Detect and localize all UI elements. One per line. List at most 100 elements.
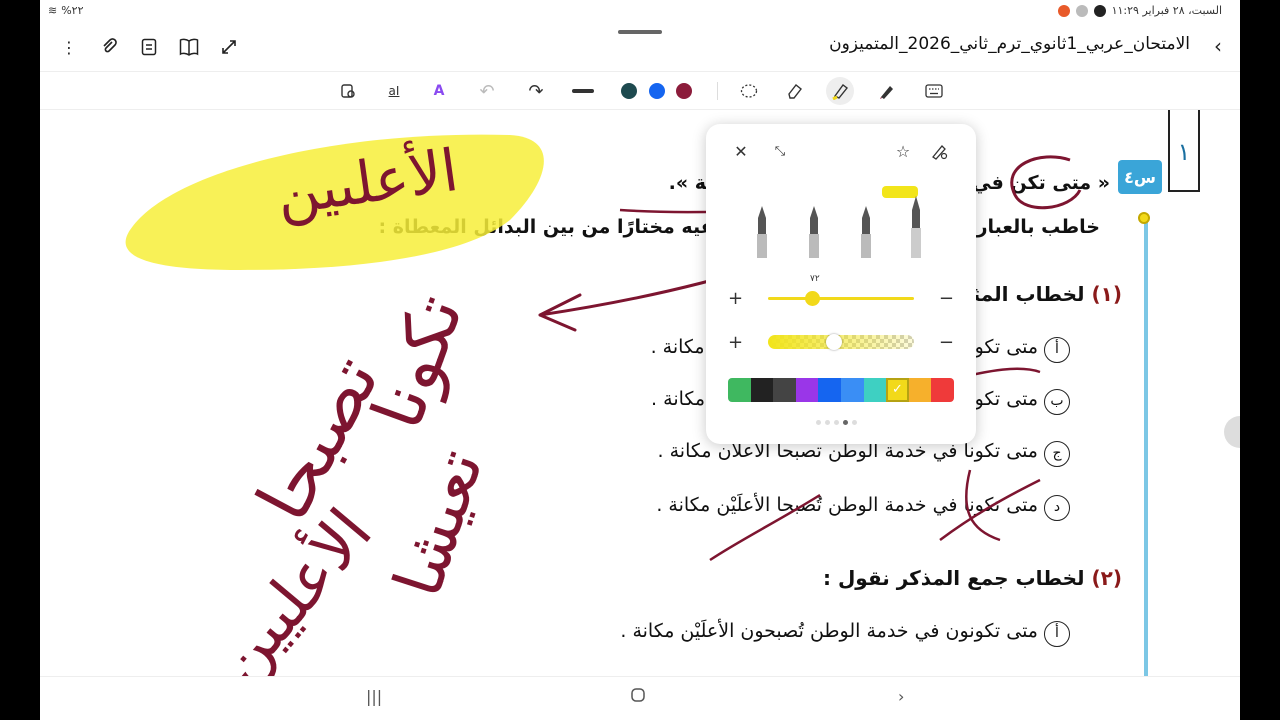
color-swatch[interactable]: ✓ (886, 378, 909, 402)
opacity-plus-icon[interactable]: + (728, 332, 743, 353)
attach-icon[interactable] (98, 36, 120, 58)
size-slider[interactable]: + ٧٢ − (728, 274, 954, 309)
drawing-toolbar: aI A ↶ ↷ (40, 72, 1240, 110)
option-letter: أ (1044, 621, 1070, 647)
page-dot[interactable] (852, 420, 857, 425)
book-icon[interactable] (178, 36, 200, 58)
margin-line (1144, 220, 1148, 676)
question-badge: س٤ (1118, 160, 1162, 194)
text-box-icon[interactable]: aI (383, 80, 405, 102)
pen-icon[interactable] (876, 80, 898, 102)
size-slider-track[interactable] (768, 297, 914, 300)
margin-marker (1138, 212, 1150, 224)
header-actions: ⋮ (58, 36, 240, 58)
selection-icon[interactable] (738, 80, 760, 102)
document-page[interactable]: ١ س٤ « متى تكن في خدمة الوطن تصبح على مك… (40, 110, 1240, 676)
status-bar: ≋ %٢٢ السبت، ٢٨ فبراير ١١:٢٩ (40, 0, 1240, 22)
status-left: ≋ %٢٢ (48, 4, 84, 17)
page-dot[interactable] (825, 420, 830, 425)
notification-icon (1057, 4, 1070, 17)
handwriting-4: الأعليين (199, 494, 387, 676)
redo-icon[interactable]: ↷ (525, 80, 547, 102)
navigation-bar: ||| › (40, 676, 1240, 720)
recent-apps-icon[interactable]: ||| (366, 687, 382, 706)
expand-icon[interactable] (218, 36, 240, 58)
pen-type-highlighter[interactable] (906, 194, 926, 260)
color-swatch[interactable] (840, 378, 864, 402)
app-icon (1075, 4, 1088, 17)
star-icon[interactable]: ☆ (892, 140, 914, 162)
page-dot[interactable] (816, 420, 821, 425)
option-letter: ج (1044, 441, 1070, 467)
keyboard-icon[interactable] (923, 80, 945, 102)
drag-handle[interactable] (618, 30, 662, 34)
app-header: ⋮ الامتحان_عربي_1ثانوي_ترم_ثاني_2026_الم… (40, 22, 1240, 72)
yellow-highlight-stroke (125, 134, 544, 270)
color-swatch[interactable] (863, 378, 887, 402)
size-minus-icon[interactable]: − (939, 288, 954, 309)
option-row: أ متى تكونون في خدمة الوطن تُصبحون الأعلَ… (620, 620, 1070, 647)
handwriting-2: تصبحا (240, 342, 395, 534)
pen-type-2[interactable] (804, 204, 824, 260)
pen-settings-popup[interactable]: ✕ ⤡ ☆ + ٧٢ − + − ✓ (706, 124, 976, 444)
outline-icon[interactable] (138, 36, 160, 58)
option-letter: ب (1044, 389, 1070, 415)
back-icon[interactable]: › (898, 687, 904, 706)
toolbar-divider (717, 82, 718, 100)
back-chevron-icon[interactable]: ‹ (1214, 34, 1222, 58)
option-letter: د (1044, 495, 1070, 521)
tablet-screen: ≋ %٢٢ السبت، ٢٨ فبراير ١١:٢٩ ⋮ الامتحان_… (40, 0, 1240, 720)
section-2-number: (٢) (1091, 566, 1123, 590)
battery-text: %٢٢ (61, 4, 84, 17)
size-value: ٧٢ (810, 274, 820, 284)
eraser-icon[interactable] (784, 80, 806, 102)
youtube-icon (1093, 4, 1106, 17)
color-dot-maroon[interactable] (676, 83, 692, 99)
opacity-slider-thumb[interactable] (825, 334, 842, 350)
lasso-icon[interactable] (337, 80, 359, 102)
more-icon[interactable]: ⋮ (58, 36, 80, 58)
highlighter-icon[interactable] (829, 80, 851, 102)
undo-icon[interactable]: ↶ (476, 80, 498, 102)
size-plus-icon[interactable]: + (728, 288, 743, 309)
pen-type-3[interactable] (856, 204, 876, 260)
home-icon[interactable] (630, 687, 646, 707)
close-icon[interactable]: ✕ (730, 140, 752, 162)
page-dot[interactable] (834, 420, 839, 425)
page-dot-active[interactable] (843, 420, 848, 425)
opacity-slider[interactable]: + − (728, 332, 954, 353)
check-icon: ✓ (892, 382, 903, 398)
clock-date: السبت، ٢٨ فبراير ١١:٢٩ (1111, 4, 1222, 17)
option-row: د متى تكونا في خدمة الوطن تُصبحا الأعلَيْ… (656, 494, 1070, 521)
section-2-text: لخطاب جمع المذكر نقول : (822, 566, 1085, 590)
color-dot-teal[interactable] (621, 83, 637, 99)
size-slider-thumb[interactable] (804, 291, 820, 306)
palette-page-dots (816, 420, 857, 425)
side-number: ١ (1168, 110, 1200, 192)
color-swatch[interactable] (908, 378, 932, 402)
color-swatch[interactable] (750, 378, 774, 402)
color-swatch[interactable] (773, 378, 796, 402)
section-2-heading: (٢) لخطاب جمع المذكر نقول : (823, 566, 1122, 590)
option-row: جمتى تكونا في خدمة الوطن تصبحا الأعلَان … (658, 440, 1070, 467)
option-letter: أ (1044, 337, 1070, 363)
color-dot-blue[interactable] (649, 83, 665, 99)
wifi-icon: ≋ (48, 4, 58, 17)
line-width-icon[interactable] (572, 80, 594, 102)
option-text: متى تكونون في خدمة الوطن تُصبحون الأعلَي… (620, 620, 1038, 642)
option-text: متى تكونا في خدمة الوطن تُصبحا الأعلَيْن… (656, 494, 1038, 516)
pen-type-1[interactable] (752, 204, 772, 260)
color-swatch[interactable] (931, 378, 954, 402)
color-swatch[interactable] (728, 378, 751, 402)
handwriting-3: تعيشا (379, 440, 498, 606)
collapse-icon[interactable]: ⤡ (769, 140, 791, 162)
opacity-minus-icon[interactable]: − (939, 332, 954, 353)
pen-settings-icon[interactable] (928, 140, 950, 162)
color-swatch[interactable] (795, 378, 819, 402)
text-style-icon[interactable]: A (428, 80, 450, 102)
handwriting-1: تكونا (356, 284, 480, 439)
color-palette[interactable]: ✓ (728, 378, 954, 402)
document-title: الامتحان_عربي_1ثانوي_ترم_ثاني_2026_المتم… (829, 34, 1190, 54)
section-1-number: (١) (1091, 282, 1123, 306)
color-swatch[interactable] (818, 378, 841, 402)
